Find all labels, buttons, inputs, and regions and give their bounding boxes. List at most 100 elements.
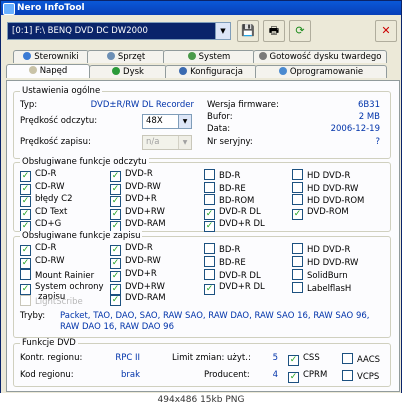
checkbox-label: DVD-R <box>125 169 153 179</box>
checkbox-label: DVD+R DL <box>219 282 265 292</box>
firmware-label: Wersja firmware: <box>207 100 279 110</box>
checkbox-hd-dvd-r[interactable]: HD DVD-R <box>292 169 350 182</box>
tab-dysk[interactable]: Dysk <box>89 65 167 78</box>
print-button[interactable]: 🖶 <box>263 20 285 42</box>
tab-sterowniki[interactable]: Sterowniki <box>13 50 89 63</box>
checkbox-hd-dvd-rw[interactable]: HD DVD-RW <box>292 256 358 269</box>
checkbox-cprm[interactable]: ✓ CPRM <box>288 370 327 383</box>
checkbox-dvd-rw[interactable]: ✓ DVD-RW <box>110 182 161 195</box>
close-button[interactable]: ✕ <box>375 20 397 42</box>
checkbox-box: ✓ <box>292 208 303 220</box>
checkbox-bd-re[interactable]: BD-RE <box>204 181 246 195</box>
checkbox-dvd-r[interactable]: ✓ DVD-R <box>110 169 153 182</box>
checkbox-css[interactable]: ✓ CSS <box>288 353 320 366</box>
checkbox-hd-dvd-rw[interactable]: HD DVD-RW <box>292 181 358 195</box>
read-speed-select[interactable]: 48X ▼ <box>142 114 192 129</box>
drive-icon <box>28 66 37 74</box>
checkbox-dvd-r[interactable]: ✓ DVD-R <box>110 243 153 256</box>
checkbox-dvd-r-dl[interactable]: ✓ DVD-R DL <box>204 207 261 220</box>
checkbox-box <box>20 295 31 306</box>
tab-gotowosc[interactable]: Gotowość dysku twardego <box>253 50 387 63</box>
drive-select[interactable]: [0:1] F:\ BENQ DVD DC DW2000 ▼ <box>7 22 231 40</box>
checkbox-dvd-rw[interactable]: ✓ DVD-RW <box>110 256 161 269</box>
checkbox-vcps[interactable]: VCPS <box>342 370 379 383</box>
checkbox-box <box>204 194 215 205</box>
tab-konfiguracja[interactable]: Konfiguracja <box>165 65 257 78</box>
checkbox-cd-text[interactable]: ✓ CD Text <box>20 207 67 220</box>
checkbox-label: CD-R <box>35 243 57 253</box>
title-bar[interactable]: Nero InfoTool <box>1 1 401 15</box>
region-code-label: Kod regionu: <box>20 370 74 380</box>
checkbox-mount-rainier[interactable]: Mount Rainier <box>20 269 94 282</box>
checkbox-bd-re[interactable]: BD-RE <box>204 256 246 269</box>
app-window: Nero InfoTool [0:1] F:\ BENQ DVD DC DW20… <box>0 0 402 395</box>
checkbox-dvd-rw[interactable]: ✓ DVD+RW <box>110 207 165 220</box>
read-features-group: Obsługiwane funkcje odczytu ✓ CD-R ✓ DVD-R B… <box>13 157 391 232</box>
checkbox-label: CPRM <box>303 370 328 380</box>
producer-label: Producent: <box>204 370 250 380</box>
checkbox-dvd-r[interactable]: ✓ DVD+R <box>110 194 157 207</box>
checkbox-dvd-r-dl[interactable]: ✓ DVD+R DL <box>204 219 265 232</box>
checkbox-box <box>342 370 353 381</box>
checkbox-label: DVD-R <box>125 243 153 253</box>
chevron-down-icon[interactable]: ▼ <box>215 23 230 39</box>
checkbox-dvd-r-dl[interactable]: DVD-R DL <box>204 269 261 282</box>
tab-naped[interactable]: Napęd <box>6 64 90 78</box>
tab-label: Konfiguracja <box>190 67 243 77</box>
checkbox-solidburn[interactable]: SolidBurn <box>292 269 348 282</box>
date-label: Data: <box>207 124 231 134</box>
checkbox-system-ochrony[interactable]: ✓ System ochrony <box>20 282 104 295</box>
checkbox-box: ✓ <box>20 284 31 295</box>
system-icon <box>187 52 196 60</box>
tab-system[interactable]: System <box>163 50 255 63</box>
write-speed-select[interactable]: n/a ▼ <box>142 135 192 150</box>
checkbox-box: ✓ <box>288 372 299 383</box>
refresh-button[interactable]: ⟳ <box>289 20 311 42</box>
tab-label: Oprogramowanie <box>289 67 364 77</box>
tab-label: System <box>198 52 231 62</box>
checkbox-bd-rom[interactable]: BD-ROM <box>204 194 254 207</box>
checkbox-label: LabelflasH <box>307 284 352 294</box>
checkbox-box: ✓ <box>110 183 121 195</box>
checkbox-label: SolidBurn <box>307 271 348 281</box>
checkbox-lightscribe[interactable]: LightScribe <box>20 295 83 308</box>
checkbox-label: HD DVD-ROM <box>307 196 365 206</box>
checkbox-box <box>204 256 215 267</box>
drive-value: [0:1] F:\ BENQ DVD DC DW2000 <box>12 26 148 36</box>
checkbox-box <box>204 243 215 254</box>
checkbox-label: CD+G <box>35 219 62 229</box>
checkbox-cd-r[interactable]: ✓ CD-R <box>20 169 56 182</box>
checkbox-hd-dvd-r[interactable]: HD DVD-R <box>292 243 350 256</box>
checkbox-box: ✓ <box>204 208 215 220</box>
checkbox-box <box>342 353 353 364</box>
tab-sprzet[interactable]: Sprzęt <box>87 50 165 63</box>
checkbox-label: DVD+RW <box>125 206 165 217</box>
checkbox-dvd-r[interactable]: ✓ DVD+R <box>110 269 157 282</box>
config-icon <box>179 67 188 75</box>
checkbox-labelflash[interactable]: LabelflasH <box>292 282 351 295</box>
checkbox-cd-r[interactable]: ✓ CD-R <box>20 243 56 256</box>
write-speed-value: n/a <box>146 137 160 147</box>
dvd-features-group: Funkcje DVD Kontr. regionu: RPC II Kod r… <box>13 338 391 387</box>
checkbox-b-dy-c2[interactable]: ✓ błędy C2 <box>20 194 73 207</box>
checkbox-box <box>292 282 303 293</box>
checkbox-cd-rw[interactable]: ✓ CD-RW <box>20 256 65 269</box>
buffer-label: Bufor: <box>207 112 233 122</box>
app-icon <box>3 3 15 15</box>
checkbox-aacs[interactable]: AACS <box>342 353 380 366</box>
checkbox-cd-rw[interactable]: ✓ CD-RW <box>20 182 65 195</box>
checkbox-box: ✓ <box>20 208 31 220</box>
checkbox-label: HD DVD-RW <box>307 258 359 268</box>
checkbox-hd-dvd-rom[interactable]: HD DVD-ROM <box>292 194 364 207</box>
floppy-save-icon: 💾 <box>241 24 255 37</box>
checkbox-box <box>204 169 215 180</box>
close-x-icon: ✕ <box>381 24 391 37</box>
tab-oprogramowanie[interactable]: Oprogramowanie <box>255 65 387 78</box>
checkbox-dvd-rom[interactable]: ✓ DVD-ROM <box>292 207 349 220</box>
checkbox-bd-r[interactable]: BD-R <box>204 243 240 256</box>
checkbox-bd-r[interactable]: BD-R <box>204 169 240 182</box>
checkbox-dvd-rw[interactable]: ✓ DVD+RW <box>110 282 165 295</box>
checkbox-label: CD-RW <box>35 256 65 266</box>
save-button[interactable]: 💾 <box>237 20 259 42</box>
checkbox-dvd-r-dl[interactable]: ✓ DVD+R DL <box>204 282 265 295</box>
